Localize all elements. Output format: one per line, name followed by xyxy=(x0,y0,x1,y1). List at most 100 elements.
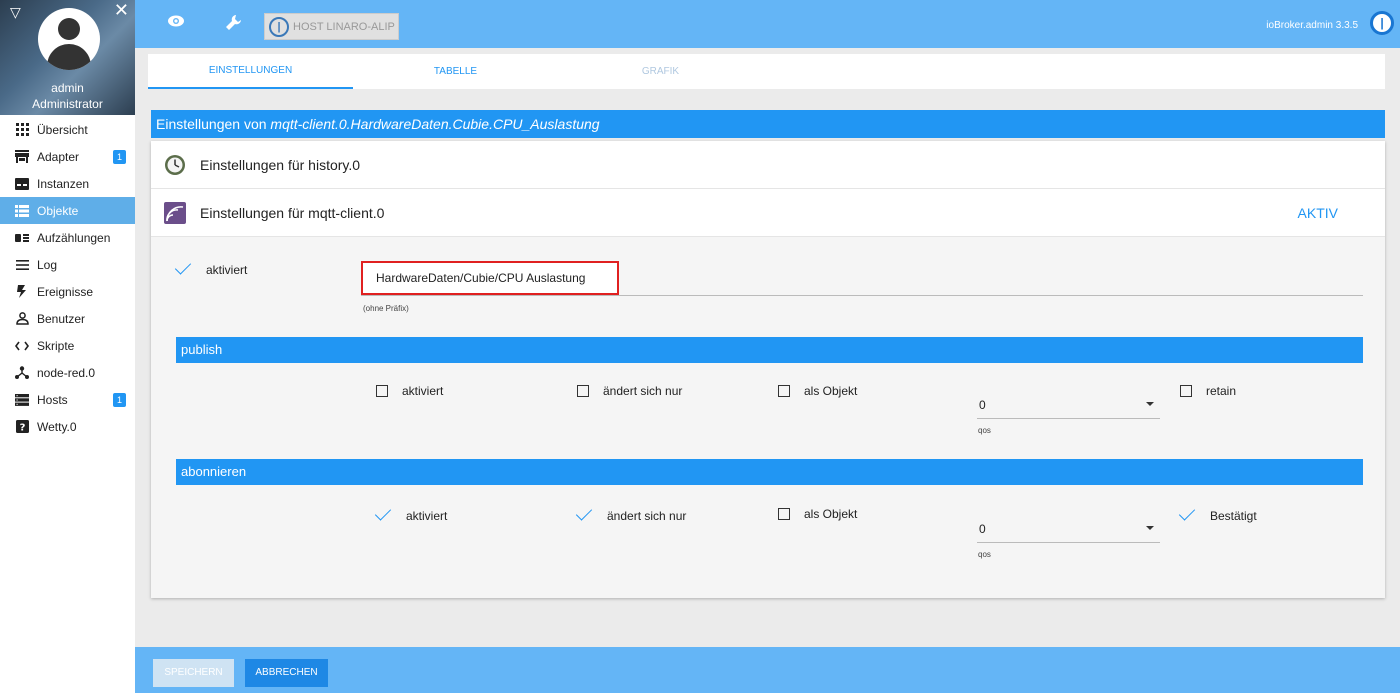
sidebar-item-label: Skripte xyxy=(37,338,75,353)
sidebar-item-hosts[interactable]: Hosts 1 xyxy=(0,386,135,413)
sidebar-item-instanzen[interactable]: Instanzen xyxy=(0,170,135,197)
sidebar-item-skripte[interactable]: Skripte xyxy=(0,332,135,359)
history-section-label: Einstellungen für history.0 xyxy=(200,156,361,173)
sidebar-item-label: Übersicht xyxy=(37,122,88,137)
user-role: Administrator xyxy=(32,97,103,111)
list-icon xyxy=(15,204,29,218)
mqtt-enabled-checkbox[interactable]: aktiviert xyxy=(174,261,247,279)
mqtt-enabled-label: aktiviert xyxy=(206,263,248,277)
check-icon xyxy=(174,261,192,279)
sidebar: ▽ ✕ admin Administrator Übersicht Adapte… xyxy=(0,0,135,693)
publish-qos-label: qos xyxy=(978,426,991,435)
sidebar-item-label: node-red.0 xyxy=(37,365,96,380)
check-icon xyxy=(374,507,392,525)
sidebar-item-benutzer[interactable]: Benutzer xyxy=(0,305,135,332)
sidebar-item-label: Adapter xyxy=(37,149,80,164)
subscribe-ack-label: Bestätigt xyxy=(1210,509,1257,523)
svg-text:?: ? xyxy=(19,423,25,434)
subscribe-changes-only-label: ändert sich nur xyxy=(607,509,687,523)
avatar xyxy=(38,8,100,70)
publish-changes-only-checkbox[interactable]: ändert sich nur xyxy=(575,384,682,398)
panel-title: Einstellungen von mqtt-client.0.Hardware… xyxy=(151,110,1385,138)
checkbox-empty-icon xyxy=(376,385,388,397)
subscribe-enabled-label: aktiviert xyxy=(406,509,448,523)
eye-icon[interactable] xyxy=(167,14,185,33)
node-red-icon xyxy=(15,366,29,380)
publish-as-object-checkbox[interactable]: als Objekt xyxy=(776,384,857,398)
sidebar-item-label: Instanzen xyxy=(37,176,90,191)
sidebar-item-aufzaehlungen[interactable]: Aufzählungen xyxy=(0,224,135,251)
help-icon: ? xyxy=(15,420,29,434)
adapter-badge: 1 xyxy=(113,150,126,164)
subscribe-ack-checkbox[interactable]: Bestätigt xyxy=(1178,507,1257,525)
power-icon: | xyxy=(269,16,289,37)
publish-retain-checkbox[interactable]: retain xyxy=(1178,384,1236,398)
version-label: ioBroker.admin 3.3.5 xyxy=(1266,20,1358,31)
subscribe-qos-value: 0 xyxy=(979,522,986,536)
menu-toggle-icon[interactable]: ▽ xyxy=(10,4,21,21)
sidebar-item-adapter[interactable]: Adapter 1 xyxy=(0,143,135,170)
sidebar-item-label: Log xyxy=(37,257,58,272)
sidebar-item-ereignisse[interactable]: Ereignisse xyxy=(0,278,135,305)
checkbox-empty-icon xyxy=(1180,385,1192,397)
menu-lines-icon xyxy=(15,258,29,272)
save-button[interactable]: SPEICHERN xyxy=(153,659,234,687)
subscribe-as-object-checkbox[interactable]: als Objekt xyxy=(776,507,857,521)
panel-title-prefix: Einstellungen von xyxy=(156,116,271,132)
store-icon xyxy=(15,150,29,164)
subscribe-qos-label: qos xyxy=(978,550,991,559)
hosts-badge: 1 xyxy=(113,393,126,407)
sidebar-item-uebersicht[interactable]: Übersicht xyxy=(0,116,135,143)
publish-header: publish xyxy=(176,337,1363,363)
tab-tabelle[interactable]: TABELLE xyxy=(353,54,558,89)
wrench-icon[interactable] xyxy=(225,14,242,36)
sidebar-item-label: Ereignisse xyxy=(37,284,94,299)
check-icon xyxy=(575,507,593,525)
subscribe-changes-only-checkbox[interactable]: ändert sich nur xyxy=(575,507,686,525)
publish-changes-only-label: ändert sich nur xyxy=(603,384,683,398)
sidebar-item-label: Objekte xyxy=(37,203,79,218)
checkbox-empty-icon xyxy=(577,385,589,397)
tab-bar: EINSTELLUNGEN TABELLE GRAFIK xyxy=(148,54,1385,89)
tab-grafik: GRAFIK xyxy=(641,66,680,77)
publish-as-object-label: als Objekt xyxy=(804,384,858,398)
close-icon[interactable]: ✕ xyxy=(114,0,129,21)
sidebar-header: ▽ ✕ admin Administrator xyxy=(0,0,135,115)
topic-field[interactable]: HardwareDaten/Cubie/CPU Auslastung xyxy=(361,258,1363,296)
bottom-bar: SPEICHERN ABBRECHEN xyxy=(135,647,1400,693)
check-icon xyxy=(1178,507,1196,525)
publish-enabled-checkbox[interactable]: aktiviert xyxy=(374,384,443,398)
top-bar: | HOST LINARO-ALIP ioBroker.admin 3.3.5 … xyxy=(135,0,1400,48)
topic-input[interactable]: HardwareDaten/Cubie/CPU Auslastung xyxy=(361,261,619,295)
panel-title-object: mqtt-client.0.HardwareDaten.Cubie.CPU_Au… xyxy=(270,116,600,132)
sidebar-item-objekte[interactable]: Objekte xyxy=(0,197,135,224)
subscribe-header: abonnieren xyxy=(176,459,1363,485)
sidebar-item-label: Aufzählungen xyxy=(37,230,111,245)
sidebar-item-node-red[interactable]: node-red.0 xyxy=(0,359,135,386)
dropdown-arrow-icon xyxy=(1146,526,1154,530)
sidebar-item-log[interactable]: Log xyxy=(0,251,135,278)
mqtt-client-adapter-icon xyxy=(164,201,186,224)
tab-einstellungen[interactable]: EINSTELLUNGEN xyxy=(148,54,353,89)
server-icon xyxy=(15,393,29,407)
publish-qos-value: 0 xyxy=(979,398,986,412)
flash-icon xyxy=(15,285,29,299)
sidebar-item-label: Wetty.0 xyxy=(37,419,77,434)
sidebar-item-label: Benutzer xyxy=(37,311,86,326)
iobroker-logo-icon: | xyxy=(1370,11,1394,35)
code-icon xyxy=(15,339,29,353)
subscribe-as-object-label: als Objekt xyxy=(804,507,858,521)
subscribe-qos-select[interactable]: 0 xyxy=(977,507,1160,543)
apps-icon xyxy=(15,123,29,137)
publish-retain-label: retain xyxy=(1206,384,1237,398)
cancel-button[interactable]: ABBRECHEN xyxy=(245,659,328,687)
topic-hint: (ohne Präfix) xyxy=(363,304,409,313)
sidebar-item-wetty[interactable]: ? Wetty.0 xyxy=(0,413,135,440)
user-name: admin xyxy=(51,81,84,95)
mqtt-section-header[interactable]: Einstellungen für mqtt-client.0 AKTIV xyxy=(151,189,1385,237)
publish-qos-select[interactable]: 0 xyxy=(977,383,1160,419)
host-button[interactable]: | HOST LINARO-ALIP xyxy=(264,13,399,40)
host-label: HOST LINARO-ALIP xyxy=(293,20,395,33)
history-section-header[interactable]: Einstellungen für history.0 xyxy=(151,141,1385,189)
subscribe-enabled-checkbox[interactable]: aktiviert xyxy=(374,507,447,525)
